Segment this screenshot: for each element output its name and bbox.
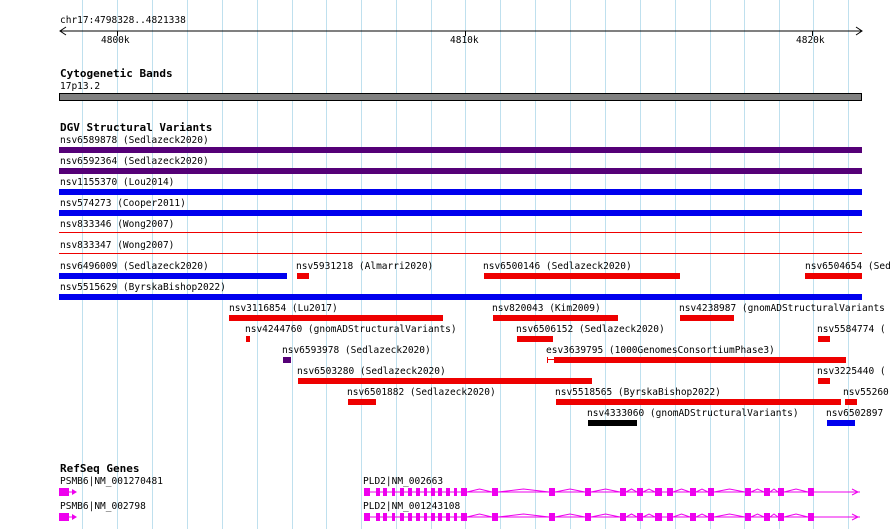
exon <box>416 488 420 496</box>
exon <box>808 513 814 521</box>
strand-arrow <box>72 489 77 495</box>
exon <box>655 513 662 521</box>
exon <box>400 488 404 496</box>
strand-arrow <box>72 514 77 520</box>
exon <box>364 488 370 496</box>
exon <box>492 513 498 521</box>
exon <box>461 513 467 521</box>
exon <box>764 513 770 521</box>
exon <box>400 513 404 521</box>
exon <box>764 488 770 496</box>
exon <box>637 513 643 521</box>
exon <box>431 488 435 496</box>
exon <box>59 488 69 496</box>
exon <box>667 488 673 496</box>
exon <box>655 488 662 496</box>
exon <box>808 488 814 496</box>
exon <box>778 513 784 521</box>
exon <box>59 513 69 521</box>
exon <box>392 513 395 521</box>
genome-browser-view[interactable]: chr17:4798328..4821338 4800k 4810k 4820k… <box>0 0 890 529</box>
exon <box>392 488 395 496</box>
refseq-gene-models[interactable] <box>0 0 890 529</box>
exon <box>745 513 751 521</box>
exon <box>585 488 591 496</box>
exon <box>690 488 696 496</box>
exon <box>620 488 626 496</box>
exon <box>620 513 626 521</box>
exon <box>708 488 714 496</box>
exon <box>454 513 457 521</box>
exon <box>376 513 380 521</box>
exon <box>667 513 673 521</box>
exon <box>708 513 714 521</box>
exon <box>492 488 498 496</box>
exon <box>438 488 442 496</box>
exon <box>778 488 784 496</box>
exon <box>585 513 591 521</box>
exon <box>549 488 555 496</box>
exon <box>549 513 555 521</box>
exon <box>416 513 420 521</box>
exon <box>745 488 751 496</box>
exon <box>408 488 412 496</box>
exon <box>461 488 467 496</box>
exon <box>408 513 412 521</box>
exon <box>424 488 427 496</box>
exon <box>424 513 427 521</box>
exon <box>431 513 435 521</box>
exon <box>383 513 387 521</box>
exon <box>446 488 450 496</box>
exon <box>446 513 450 521</box>
exon <box>454 488 457 496</box>
exon <box>383 488 387 496</box>
exon <box>376 488 380 496</box>
exon <box>690 513 696 521</box>
exon <box>637 488 643 496</box>
exon <box>438 513 442 521</box>
exon <box>364 513 370 521</box>
